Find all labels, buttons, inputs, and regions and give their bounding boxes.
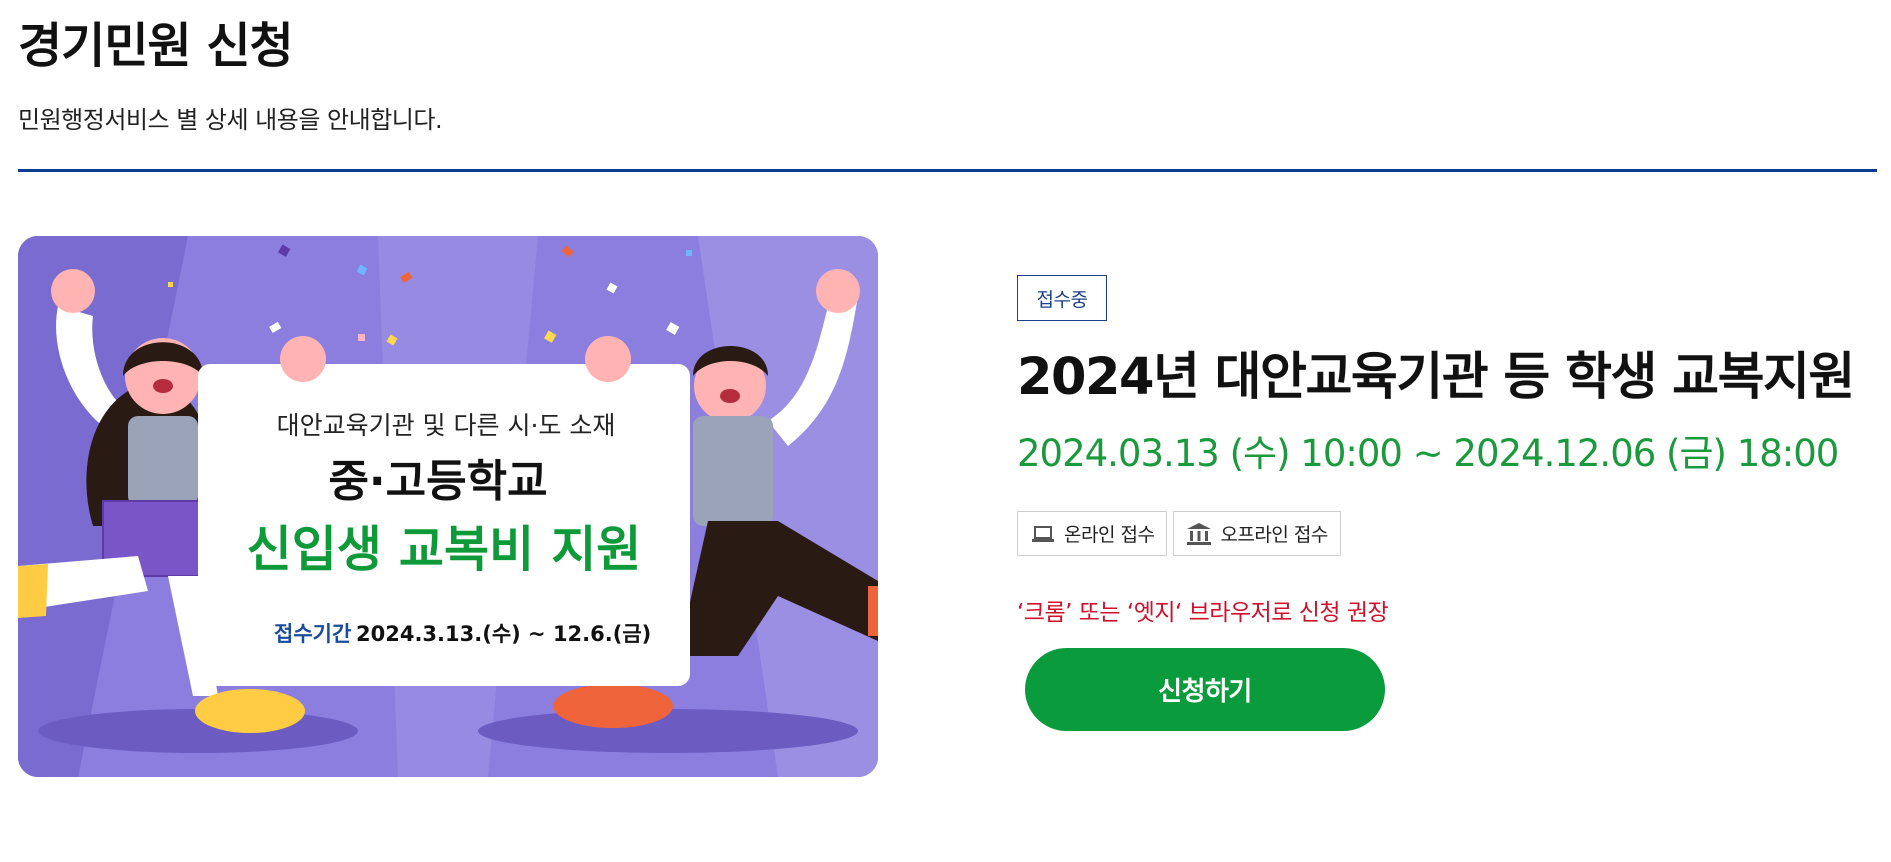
banner-headline-2: 신입생 교복비 지원 <box>247 521 642 578</box>
title-divider <box>18 169 1877 172</box>
online-channel-label: 온라인 접수 <box>1064 524 1155 546</box>
offline-channel-badge: 오프라인 접수 <box>1173 511 1341 556</box>
banner-subtitle: 대안교육기관 및 다른 시·도 소재 <box>277 411 616 440</box>
application-period: 2024.03.13 (수) 10:00 ~ 2024.12.06 (금) 18… <box>1017 432 1839 475</box>
offline-channel-label: 오프라인 접수 <box>1220 524 1328 546</box>
banner-period-label: 접수기간 <box>274 622 351 646</box>
laptop-icon <box>1030 521 1056 547</box>
online-channel-badge: 온라인 접수 <box>1017 511 1168 556</box>
apply-button[interactable]: 신청하기 <box>1025 648 1385 731</box>
service-banner-image: 대안교육기관 및 다른 시·도 소재 중·고등학교 신입생 교복비 지원 접수기… <box>18 236 878 777</box>
banner-period-value: 2024.3.13.(수) ~ 12.6.(금) <box>356 622 651 646</box>
service-title: 2024년 대안교육기관 등 학생 교복지원 <box>1017 348 1855 407</box>
application-channels: 온라인 접수 오프라인 접수 <box>1017 511 1341 556</box>
banner-headline-1: 중·고등학교 <box>328 456 547 507</box>
browser-notice: ‘크롬’ 또는 ‘엣지‘ 브라우저로 신청 권장 <box>1017 600 1389 626</box>
status-badge: 접수중 <box>1017 275 1107 321</box>
page-title: 경기민원 신청 <box>18 18 294 74</box>
page-description: 민원행정서비스 별 상세 내용을 안내합니다. <box>18 106 443 134</box>
building-icon <box>1186 521 1212 547</box>
